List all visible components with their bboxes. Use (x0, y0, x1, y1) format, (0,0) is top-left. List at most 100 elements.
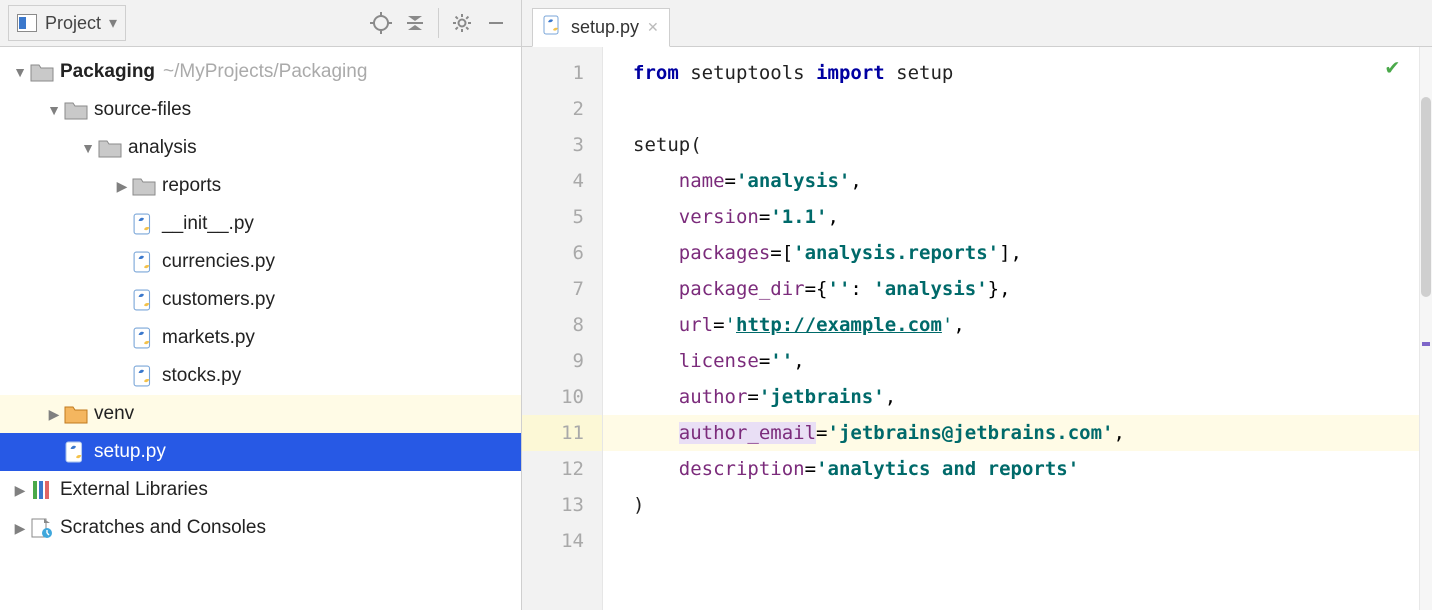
tree-item-stocks-py[interactable]: ▶stocks.py (0, 357, 521, 395)
pkgdir-value: 'analysis' (873, 278, 987, 300)
val-name: 'analysis' (736, 170, 850, 192)
arg-license: license (679, 350, 759, 372)
tree-item-path: ~/MyProjects/Packaging (163, 61, 367, 83)
tree-item-label: analysis (128, 137, 197, 159)
py-icon (132, 251, 156, 273)
line-number[interactable]: 6 (522, 235, 602, 271)
line-number[interactable]: 9 (522, 343, 602, 379)
tree-item-label: stocks.py (162, 365, 241, 387)
tree-item-label: setup.py (94, 441, 166, 463)
arg-package-dir: package_dir (679, 278, 805, 300)
chevron-down-icon: ▾ (109, 13, 117, 33)
chevron-down-icon[interactable]: ▼ (44, 102, 64, 118)
tree-item-label: venv (94, 403, 134, 425)
chevron-right-icon[interactable]: ▶ (10, 482, 30, 499)
code-area[interactable]: ✔ from setuptools import setup setup( na… (603, 47, 1419, 610)
tree-item-markets-py[interactable]: ▶markets.py (0, 319, 521, 357)
collapse-all-icon[interactable] (400, 8, 430, 38)
chevron-down-icon[interactable]: ▼ (78, 140, 98, 156)
url-open-quote: ' (725, 314, 736, 336)
arg-url: url (679, 314, 713, 336)
import-name: setup (896, 62, 953, 84)
call-setup: setup( (633, 134, 702, 156)
target-icon[interactable] (366, 8, 396, 38)
py-icon (64, 441, 88, 463)
tree-item-reports[interactable]: ▶ reports (0, 167, 521, 205)
arg-author-email: author_email (679, 422, 816, 444)
project-toolbar: Project ▾ (0, 0, 521, 47)
venv-icon (64, 403, 88, 425)
tree-item-external-libraries[interactable]: ▶ External Libraries (0, 471, 521, 509)
line-number[interactable]: 2 (522, 91, 602, 127)
module-name: setuptools (690, 62, 804, 84)
kw-import: import (816, 62, 885, 84)
editor-scrollbar[interactable] (1419, 47, 1432, 610)
editor-gutter[interactable]: 1234567891011121314 (522, 47, 603, 610)
tree-item-analysis[interactable]: ▼ analysis (0, 129, 521, 167)
chevron-right-icon[interactable]: ▶ (10, 520, 30, 537)
tree-item-label: External Libraries (60, 479, 208, 501)
close-icon[interactable]: ✕ (647, 19, 659, 36)
tree-item-currencies-py[interactable]: ▶currencies.py (0, 243, 521, 281)
tree-item-packaging[interactable]: ▼Packaging~/MyProjects/Packaging (0, 53, 521, 91)
scroll-marker (1422, 342, 1430, 346)
arg-version: version (679, 206, 759, 228)
tree-item-__init__-py[interactable]: ▶__init__.py (0, 205, 521, 243)
line-number[interactable]: 13 (522, 487, 602, 523)
project-view-selector[interactable]: Project ▾ (8, 5, 126, 41)
python-file-icon (543, 15, 563, 40)
line-number[interactable]: 8 (522, 307, 602, 343)
tree-item-label: currencies.py (162, 251, 275, 273)
close-paren: ) (633, 494, 644, 516)
pkgdir-key: '' (828, 278, 851, 300)
arg-name: name (679, 170, 725, 192)
tree-item-customers-py[interactable]: ▶customers.py (0, 281, 521, 319)
kw-from: from (633, 62, 679, 84)
project-view-label: Project (45, 13, 101, 34)
line-number[interactable]: 5 (522, 199, 602, 235)
val-description: 'analytics and reports' (816, 458, 1079, 480)
tree-item-venv[interactable]: ▶ venv (0, 395, 521, 433)
scratch-icon (30, 517, 54, 539)
project-panel: Project ▾ ▼Packaging~/MyProjects/Packagi… (0, 0, 522, 610)
editor-panel: setup.py ✕ 1234567891011121314 ✔ from se… (522, 0, 1432, 610)
line-number[interactable]: 1 (522, 55, 602, 91)
tree-item-source-files[interactable]: ▼source-files (0, 91, 521, 129)
tab-label: setup.py (571, 17, 639, 38)
tree-item-setup-py[interactable]: ▶setup.py (0, 433, 521, 471)
line-number[interactable]: 11 (522, 415, 602, 451)
tree-item-scratches-and-consoles[interactable]: ▶ Scratches and Consoles (0, 509, 521, 547)
chevron-right-icon[interactable]: ▶ (44, 406, 64, 423)
line-number[interactable]: 14 (522, 523, 602, 559)
scroll-thumb[interactable] (1421, 97, 1431, 297)
line-number[interactable]: 7 (522, 271, 602, 307)
chevron-right-icon[interactable]: ▶ (112, 178, 132, 195)
tree-item-label: reports (162, 175, 221, 197)
tab-setup-py[interactable]: setup.py ✕ (532, 8, 670, 47)
val-author-email: 'jetbrains@jetbrains.com' (828, 422, 1114, 444)
minimize-icon[interactable] (481, 8, 511, 38)
libs-icon (30, 479, 54, 501)
url-close-quote: ' (942, 314, 953, 336)
chevron-down-icon[interactable]: ▼ (10, 64, 30, 80)
folder-icon (30, 61, 54, 83)
py-icon (132, 289, 156, 311)
folder-icon (98, 137, 122, 159)
checkmark-icon: ✔ (1386, 55, 1399, 80)
py-icon (132, 365, 156, 387)
py-icon (132, 327, 156, 349)
tree-item-label: __init__.py (162, 213, 254, 235)
py-icon (132, 213, 156, 235)
val-license: '' (770, 350, 793, 372)
line-number[interactable]: 3 (522, 127, 602, 163)
line-number[interactable]: 10 (522, 379, 602, 415)
gear-icon[interactable] (447, 8, 477, 38)
arg-description: description (679, 458, 805, 480)
line-number[interactable]: 12 (522, 451, 602, 487)
arg-author: author (679, 386, 748, 408)
project-tree[interactable]: ▼Packaging~/MyProjects/Packaging▼source-… (0, 47, 521, 610)
tree-item-label: markets.py (162, 327, 255, 349)
tree-item-label: Scratches and Consoles (60, 517, 266, 539)
editor-tabs-bar: setup.py ✕ (522, 0, 1432, 47)
line-number[interactable]: 4 (522, 163, 602, 199)
